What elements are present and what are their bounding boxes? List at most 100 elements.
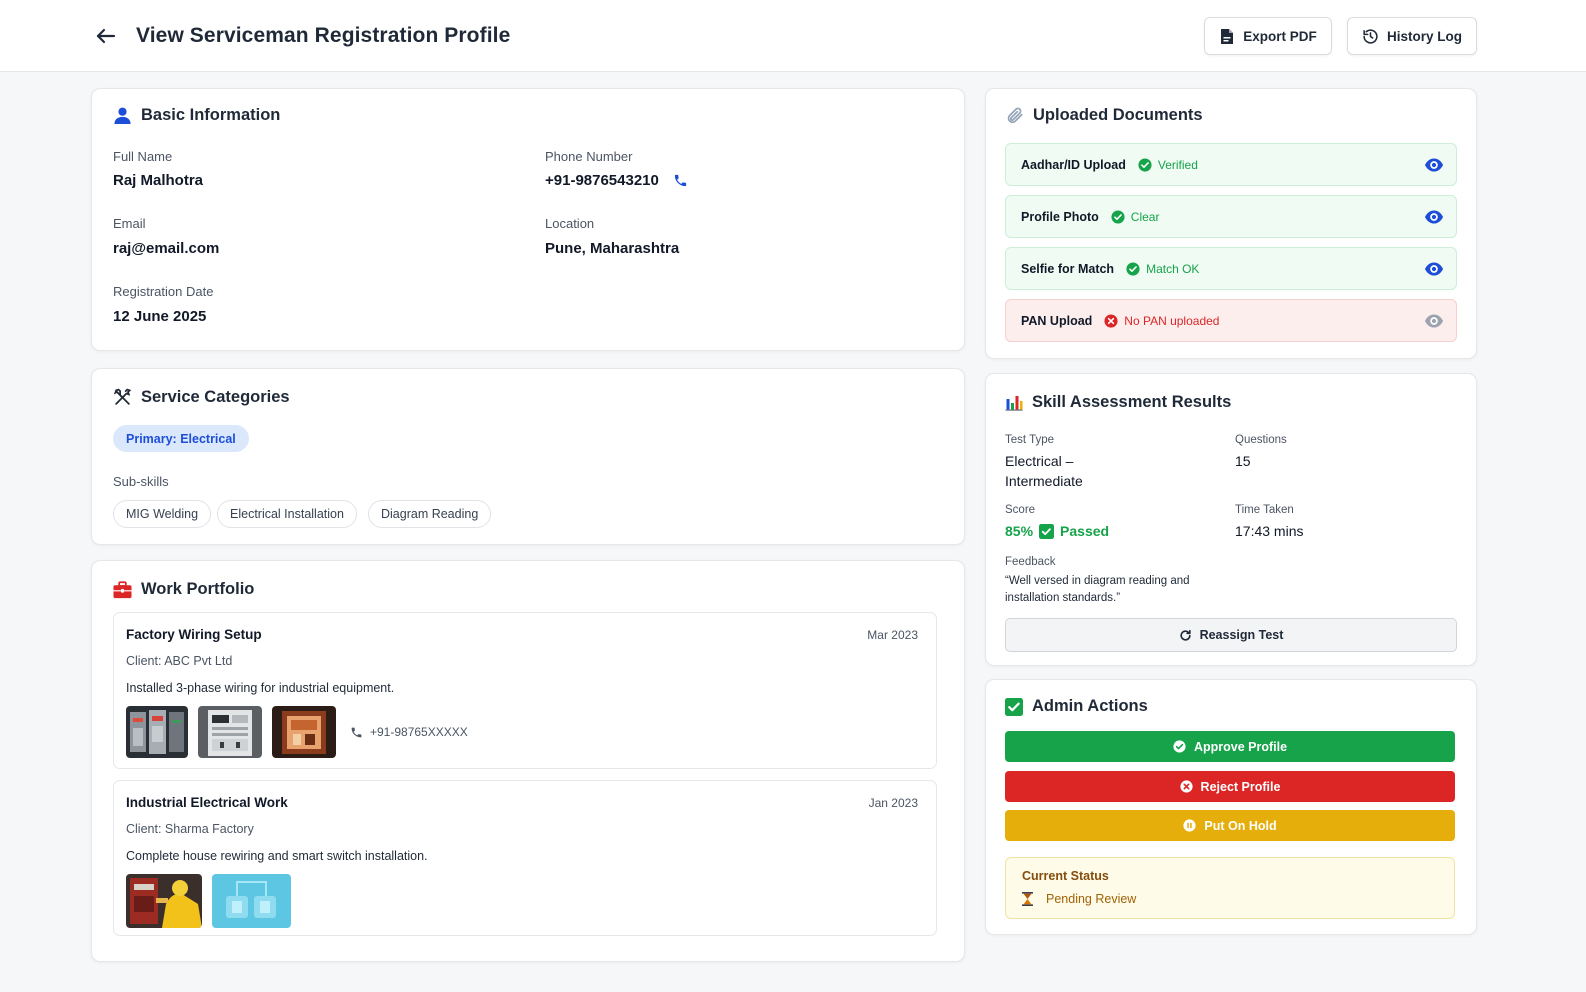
location-label: Location <box>545 216 595 231</box>
eye-disabled-icon <box>1424 314 1444 328</box>
check-square-icon <box>1039 523 1055 539</box>
score-result: Passed <box>1060 523 1110 539</box>
primary-category-chip: Primary: Electrical <box>113 425 249 452</box>
checkbox-icon <box>1005 697 1023 716</box>
test-type-label: Test Type <box>1005 434 1055 446</box>
email-value: raj@email.com <box>113 240 220 257</box>
document-status-text: Clear <box>1130 209 1160 224</box>
hourglass-icon <box>1022 892 1033 906</box>
uploaded-documents-card: Uploaded Documents Aadhar/ID Upload Veri… <box>985 88 1477 359</box>
pause-circle-icon <box>1183 819 1196 832</box>
current-status-box: Current Status Pending Review <box>1005 857 1455 919</box>
current-status-row: Pending Review <box>1022 892 1136 906</box>
basic-information-card: Basic Information Full Name Raj Malhotra… <box>91 88 965 351</box>
export-pdf-button[interactable]: Export PDF <box>1204 17 1332 55</box>
portfolio-item-description: Complete house rewiring and smart switch… <box>126 849 428 863</box>
full-name-label: Full Name <box>113 149 173 164</box>
document-name: PAN Upload <box>1021 313 1093 328</box>
phone-icon <box>674 174 686 187</box>
document-row-pan: PAN Upload No PAN uploaded <box>1005 299 1457 342</box>
admin-actions-card: Admin Actions Approve Profile Reject Pro… <box>985 679 1477 935</box>
feedback-label: Feedback <box>1005 556 1056 568</box>
uploaded-documents-title: Uploaded Documents <box>1033 106 1203 124</box>
reassign-test-label: Reassign Test <box>1199 628 1284 642</box>
phone-number-value: +91-9876543210 <box>545 172 659 189</box>
basic-information-title: Basic Information <box>141 106 281 124</box>
phone-number-label: Phone Number <box>545 149 633 164</box>
subskills-label: Sub-skills <box>113 474 169 489</box>
eye-icon[interactable] <box>1424 156 1444 174</box>
score-value: 85% <box>1005 523 1034 539</box>
refresh-icon <box>1179 629 1191 641</box>
current-status-label: Current Status <box>1022 869 1109 883</box>
document-row-aadhar: Aadhar/ID Upload Verified <box>1005 143 1457 186</box>
call-phone-button[interactable] <box>673 173 688 188</box>
x-circle-icon <box>1179 780 1193 793</box>
pdf-file-icon <box>1221 28 1234 44</box>
portfolio-item[interactable]: Factory Wiring Setup Mar 2023 Client: AB… <box>113 612 937 769</box>
document-status: Verified <box>1138 158 1198 172</box>
history-log-label: History Log <box>1386 28 1462 44</box>
email-label: Email <box>113 216 146 231</box>
document-status: Clear <box>1111 209 1160 224</box>
portfolio-contact[interactable]: +91-98765XXXXX <box>350 725 468 739</box>
basic-information-heading: Basic Information <box>113 106 280 125</box>
document-status-text: Match OK <box>1146 261 1200 276</box>
check-circle-icon <box>1138 157 1152 172</box>
location-value: Pune, Maharashtra <box>545 240 680 257</box>
put-on-hold-button[interactable]: Put On Hold <box>1005 810 1455 841</box>
history-log-button[interactable]: History Log <box>1347 17 1477 55</box>
full-name-value: Raj Malhotra <box>113 172 204 189</box>
questions-label: Questions <box>1235 434 1287 446</box>
document-status-text: Verified <box>1157 157 1198 172</box>
feedback-line: “Well versed in diagram reading and <box>1005 575 1190 587</box>
toolbox-icon <box>113 580 132 598</box>
approve-profile-button[interactable]: Approve Profile <box>1005 731 1455 762</box>
document-row-selfie: Selfie for Match Match OK <box>1005 247 1457 290</box>
portfolio-item-title: Factory Wiring Setup <box>126 627 262 642</box>
x-circle-icon <box>1104 313 1118 328</box>
portfolio-photo-electrician[interactable] <box>126 874 202 928</box>
reassign-test-button[interactable]: Reassign Test <box>1005 618 1457 652</box>
portfolio-item-date: Mar 2023 <box>867 628 918 642</box>
registration-date-label: Registration Date <box>113 284 214 299</box>
phone-number-row: +91-9876543210 <box>545 172 688 189</box>
back-button[interactable] <box>94 24 118 48</box>
export-pdf-label: Export PDF <box>1243 28 1317 44</box>
bar-chart-icon <box>1005 396 1023 411</box>
subskill-chip: Electrical Installation <box>217 500 357 528</box>
portfolio-contact-number: +91-98765XXXXX <box>370 725 468 739</box>
portfolio-item[interactable]: Industrial Electrical Work Jan 2023 Clie… <box>113 780 937 936</box>
portfolio-photo-electrical-panels[interactable] <box>126 706 188 758</box>
service-categories-heading: Service Categories <box>113 388 290 407</box>
score-row: 85% Passed <box>1005 521 1109 541</box>
portfolio-photo-switchgear[interactable] <box>198 706 262 758</box>
eye-icon[interactable] <box>1424 208 1444 226</box>
subskill-chip: MIG Welding <box>113 500 212 528</box>
put-on-hold-label: Put On Hold <box>1204 818 1277 833</box>
portfolio-item-client: Client: Sharma Factory <box>126 822 254 836</box>
tools-icon <box>113 388 132 405</box>
top-bar: View Serviceman Registration Profile Exp… <box>0 0 1586 72</box>
check-circle-icon <box>1111 209 1125 224</box>
document-row-profile-photo: Profile Photo Clear <box>1005 195 1457 238</box>
registration-date-value: 12 June 2025 <box>113 308 207 325</box>
portfolio-photo-control-cabinet[interactable] <box>272 706 336 758</box>
document-status: Match OK <box>1126 262 1199 276</box>
portfolio-item-client: Client: ABC Pvt Ltd <box>126 654 233 668</box>
questions-value: 15 <box>1235 453 1251 469</box>
arrow-left-icon <box>96 28 116 44</box>
check-circle-icon <box>1173 740 1186 753</box>
portfolio-item-title: Industrial Electrical Work <box>126 795 288 810</box>
reject-profile-button[interactable]: Reject Profile <box>1005 771 1455 802</box>
eye-icon[interactable] <box>1424 260 1444 278</box>
phone-icon <box>351 727 362 737</box>
document-status-text: No PAN uploaded <box>1124 313 1220 328</box>
portfolio-photo-smart-switch[interactable] <box>212 874 291 928</box>
skill-assessment-heading: Skill Assessment Results <box>1005 393 1231 412</box>
score-label: Score <box>1005 504 1036 516</box>
approve-profile-label: Approve Profile <box>1193 739 1288 754</box>
subskill-chip: Diagram Reading <box>368 500 492 528</box>
history-icon <box>1363 28 1378 44</box>
time-taken-label: Time Taken <box>1235 504 1294 516</box>
